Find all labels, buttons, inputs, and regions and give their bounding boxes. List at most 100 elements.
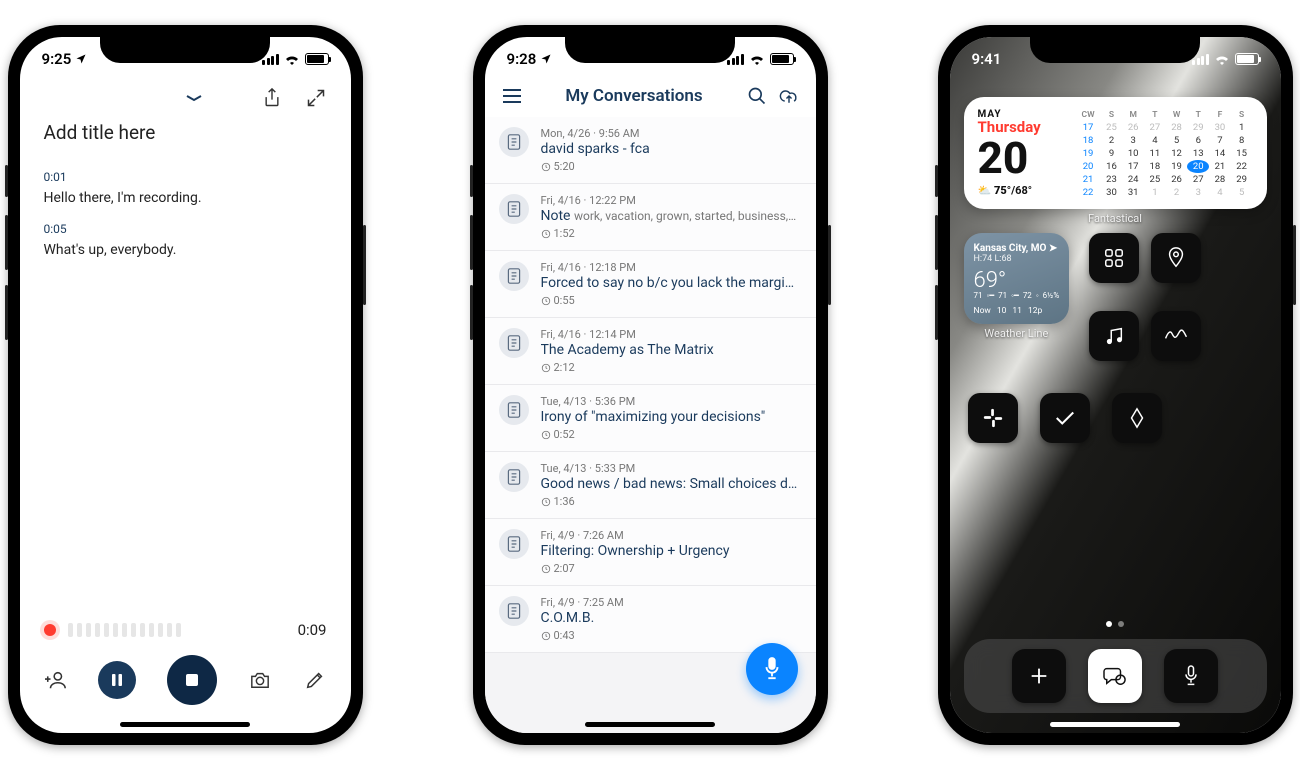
phone-frame-3: 9:41 MAY Thursday 20 ⛅ [938, 25, 1293, 745]
status-time: 9:41 [972, 50, 1002, 68]
home-indicator[interactable] [120, 722, 250, 727]
note-icon [499, 596, 529, 626]
dock-icon-mic[interactable] [1164, 649, 1218, 703]
app-icon-music[interactable] [1089, 311, 1139, 361]
conversation-title: Filtering: Ownership + Urgency [541, 543, 802, 559]
conversation-row[interactable]: Tue, 4/13 · 5:33 PMGood news / bad news:… [485, 452, 816, 519]
recording-title-input[interactable]: Add title here [20, 113, 351, 148]
pause-button[interactable] [98, 661, 136, 699]
elapsed-time: 0:09 [298, 621, 327, 639]
page-dots[interactable] [1106, 621, 1124, 627]
transcript-area: 0:01 Hello there, I'm recording. 0:05 Wh… [20, 148, 351, 615]
conversation-title: Irony of "maximizing your decisions" [541, 409, 802, 425]
conversation-duration: 0:52 [541, 428, 802, 441]
phone-frame-1: 9:25 [8, 25, 363, 745]
conversation-meta: Fri, 4/16 · 12:14 PM [541, 328, 802, 341]
note-icon [499, 328, 529, 358]
conversation-meta: Fri, 4/16 · 12:18 PM [541, 261, 802, 274]
widget-caption: Weather Line [964, 327, 1070, 340]
transcript-line: What's up, everybody. [44, 242, 327, 258]
phone-frame-2: 9:28 My Conversations [473, 25, 828, 745]
weather-trend: 71◦━ 71◦━ 72◦ 6½% [974, 291, 1060, 300]
recording-indicator-icon [44, 624, 56, 636]
battery-icon [1235, 53, 1259, 65]
weather-location: Kansas City, MO [974, 243, 1047, 254]
conversation-meta: Tue, 4/13 · 5:33 PM [541, 462, 802, 475]
app-icon-grid[interactable] [1089, 233, 1139, 283]
collapse-chevron-icon[interactable] [184, 92, 204, 104]
timestamp: 0:05 [44, 222, 327, 236]
wifi-icon [284, 53, 300, 65]
page-title: My Conversations [533, 86, 736, 106]
conversation-title: The Academy as The Matrix [541, 342, 802, 358]
audio-level-meter [68, 623, 181, 637]
conversation-title: david sparks - fca [541, 141, 802, 157]
conversation-duration: 5:20 [541, 160, 802, 173]
note-icon [499, 395, 529, 425]
conversation-row[interactable]: Fri, 4/16 · 12:14 PMThe Academy as The M… [485, 318, 816, 385]
wifi-icon [749, 53, 765, 65]
home-indicator[interactable] [1050, 722, 1180, 727]
app-icon-tasks[interactable] [1040, 393, 1090, 443]
dock-icon-add[interactable] [1012, 649, 1066, 703]
note-icon [499, 194, 529, 224]
search-icon[interactable] [746, 85, 768, 107]
record-fab[interactable] [746, 643, 798, 695]
conversation-duration: 1:36 [541, 495, 802, 508]
menu-icon[interactable] [501, 85, 523, 107]
app-icon-slack[interactable] [968, 393, 1018, 443]
transcript-line: Hello there, I'm recording. [44, 190, 327, 206]
status-time: 9:28 [507, 50, 537, 68]
conversation-meta: Fri, 4/16 · 12:22 PM [541, 194, 802, 207]
calendar-weather-summary: ⛅ 75°/68° [978, 184, 1068, 197]
calendar-daynum: 20 [978, 136, 1068, 180]
battery-icon [305, 53, 329, 65]
wifi-icon [1214, 53, 1230, 65]
conversation-title: C.O.M.B. [541, 610, 802, 626]
conversation-row[interactable]: Fri, 4/16 · 12:22 PMNote work, vacation,… [485, 184, 816, 251]
conversation-row[interactable]: Fri, 4/9 · 7:26 AMFiltering: Ownership +… [485, 519, 816, 586]
conversation-duration: 2:12 [541, 361, 802, 374]
weather-now-temp: 69° [974, 268, 1060, 293]
conversation-title: Forced to say no b/c you lack the margi… [541, 275, 802, 291]
weather-hilo: H:74 L:68 [974, 254, 1060, 264]
conversation-duration: 0:43 [541, 629, 802, 642]
note-icon [499, 529, 529, 559]
location-arrow-icon [540, 53, 552, 65]
add-person-icon[interactable] [44, 668, 68, 692]
conversation-duration: 0:55 [541, 294, 802, 307]
highlight-pen-icon[interactable] [303, 668, 327, 692]
conversation-row[interactable]: Mon, 4/26 · 9:56 AMdavid sparks - fca 5:2… [485, 117, 816, 184]
dock [964, 639, 1267, 713]
conversation-duration: 2:07 [541, 562, 802, 575]
expand-icon[interactable] [305, 87, 327, 109]
note-icon [499, 261, 529, 291]
share-icon[interactable] [261, 87, 283, 109]
calendar-widget[interactable]: MAY Thursday 20 ⛅ 75°/68° CWSMTWTFS17252… [964, 97, 1267, 209]
timestamp: 0:01 [44, 170, 327, 184]
location-arrow-icon: ➤ [1049, 243, 1057, 254]
app-icon-notes[interactable] [1151, 311, 1201, 361]
conversation-title: Good news / bad news: Small choices d… [541, 476, 802, 492]
conversation-meta: Tue, 4/13 · 5:36 PM [541, 395, 802, 408]
cloud-upload-icon[interactable] [778, 85, 800, 107]
note-icon [499, 462, 529, 492]
weather-hours: Now 10 11 12p [974, 306, 1060, 316]
battery-icon [770, 53, 794, 65]
conversation-row[interactable]: Fri, 4/16 · 12:18 PMForced to say no b/c… [485, 251, 816, 318]
status-time: 9:25 [42, 50, 72, 68]
conversation-title: Note work, vacation, grown, started, bus… [541, 208, 802, 224]
conversation-duration: 1:52 [541, 227, 802, 240]
home-indicator[interactable] [585, 722, 715, 727]
weather-widget[interactable]: Kansas City, MO ➤ H:74 L:68 69° 71◦━ 71◦… [964, 233, 1070, 324]
dock-icon-chat[interactable] [1088, 649, 1142, 703]
conversation-meta: Fri, 4/9 · 7:26 AM [541, 529, 802, 542]
conversation-row[interactable]: Tue, 4/13 · 5:36 PMIrony of "maximizing … [485, 385, 816, 452]
widget-caption: Fantastical [964, 212, 1267, 225]
conversation-meta: Mon, 4/26 · 9:56 AM [541, 127, 802, 140]
app-icon-maps[interactable] [1151, 233, 1201, 283]
camera-icon[interactable] [248, 668, 272, 692]
app-icon-compass[interactable] [1112, 393, 1162, 443]
stop-button[interactable] [167, 655, 217, 705]
note-icon [499, 127, 529, 157]
